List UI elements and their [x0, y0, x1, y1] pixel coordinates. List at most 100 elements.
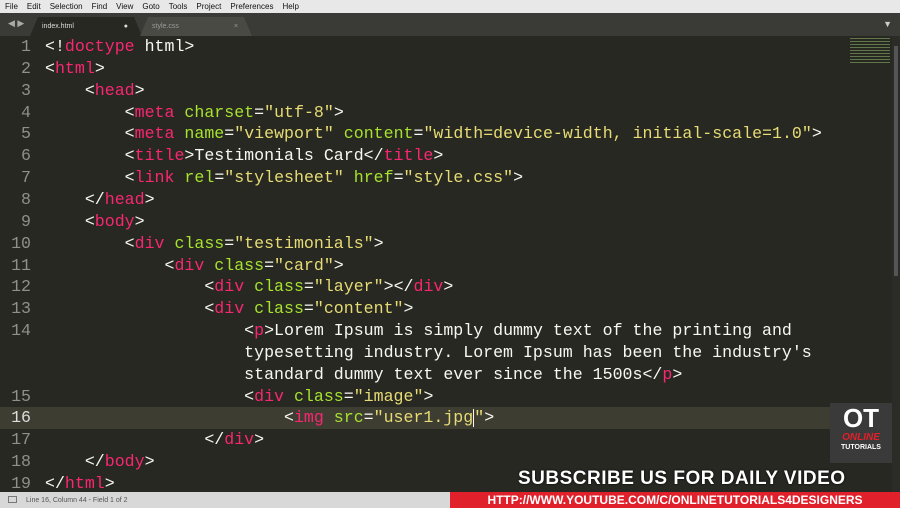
token-pun: = — [343, 386, 354, 406]
token-pun: > — [672, 364, 683, 384]
token-str: "utf-8" — [264, 102, 334, 122]
tab-dropdown-icon[interactable]: ▼ — [883, 19, 892, 29]
code-line[interactable]: 10 <div class="testimonials"> — [0, 233, 892, 255]
code-line[interactable]: 9 <body> — [0, 211, 892, 233]
token-pun: > — [94, 58, 105, 78]
line-code: <meta charset="utf-8"> — [45, 102, 344, 124]
menu-edit[interactable]: Edit — [27, 2, 41, 11]
code-line[interactable]: 16 <img src="user1.jpg"> — [0, 407, 892, 430]
menu-project[interactable]: Project — [196, 2, 221, 11]
minimap[interactable] — [850, 38, 890, 64]
tab-nav-arrows-icon[interactable]: ◀ ▶ — [8, 18, 24, 29]
scrollbar-thumb[interactable] — [894, 46, 898, 276]
token-pun: < — [45, 58, 55, 78]
token-pun: >Lorem Ipsum is simply dummy text of the… — [264, 321, 792, 341]
menu-view[interactable]: View — [116, 2, 133, 11]
token-pun: < — [45, 146, 135, 166]
tab-style-css[interactable]: style.css × — [140, 17, 252, 36]
line-code: <div class="layer"></div> — [45, 276, 453, 298]
line-code: <html> — [45, 58, 105, 80]
token-pun: < — [45, 233, 135, 253]
menu-selection[interactable]: Selection — [50, 2, 83, 11]
code-line[interactable]: 2 <html> — [0, 58, 892, 80]
menu-goto[interactable]: Goto — [142, 2, 159, 11]
token-tag: div — [224, 430, 255, 450]
code-line[interactable]: 12 <div class="layer"></div> — [0, 276, 892, 298]
token-pun: < — [45, 408, 294, 428]
line-code: <div class="image"> — [45, 386, 433, 408]
token-tag: head — [94, 80, 135, 100]
code-line[interactable]: typesetting industry. Lorem Ipsum has be… — [0, 342, 892, 364]
line-code: <img src="user1.jpg"> — [45, 407, 494, 429]
menu-file[interactable]: File — [5, 2, 18, 11]
line-code: <head> — [45, 80, 145, 102]
token-attr: name — [174, 124, 225, 144]
line-number: 5 — [21, 124, 31, 144]
token-pun: < — [45, 386, 255, 406]
subscribe-banner: SUBSCRIBE US FOR DAILY VIDEO — [518, 468, 846, 489]
code-line[interactable]: 3 <head> — [0, 80, 892, 102]
token-pun: < — [45, 321, 255, 341]
token-tag: title — [383, 146, 434, 166]
console-icon[interactable] — [8, 496, 17, 503]
logo-ot: OT — [842, 403, 880, 433]
code-line[interactable]: 8 </head> — [0, 189, 892, 211]
code-line[interactable]: 1 <!doctype html> — [0, 36, 892, 58]
token-pun: > — [333, 255, 344, 275]
token-str: "stylesheet" — [224, 168, 344, 188]
tab-label: index.html — [42, 23, 74, 30]
token-pun: < — [45, 168, 135, 188]
token-tag: title — [134, 146, 185, 166]
token-pun: >Testimonials Card</ — [184, 146, 384, 166]
line-code: <div class="card"> — [45, 255, 344, 277]
tab-index-html[interactable]: index.html ● — [30, 17, 142, 36]
token-str: "layer" — [313, 277, 384, 297]
code-line[interactable]: 5 <meta name="viewport" content="width=d… — [0, 123, 892, 145]
token-tag: div — [413, 277, 444, 297]
code-line[interactable]: 13 <div class="content"> — [0, 298, 892, 320]
token-tag: html — [54, 58, 95, 78]
code-editor[interactable]: 1 <!doctype html> 2 <html> 3 <head> 4 <meta c… — [0, 36, 892, 493]
token-str: "image" — [353, 386, 424, 406]
token-pun: </ — [45, 474, 65, 493]
token-tag: body — [94, 211, 135, 231]
token-pun: ></ — [383, 277, 414, 297]
token-attr: class — [284, 386, 344, 406]
line-number: 8 — [21, 189, 31, 209]
code-line[interactable]: 6 <title>Testimonials Card</title> — [0, 145, 892, 167]
token-pun: </ — [45, 430, 225, 450]
unsaved-dot-icon[interactable]: ● — [124, 23, 128, 30]
menu-preferences[interactable]: Preferences — [230, 2, 273, 11]
menu-help[interactable]: Help — [282, 2, 298, 11]
token-pun: < — [45, 102, 135, 122]
token-pun: > — [811, 124, 822, 144]
token-pun: > — [513, 168, 524, 188]
token-tag: div — [214, 277, 245, 297]
token-pun: > — [144, 452, 155, 472]
token-tag: head — [104, 189, 145, 209]
token-pun: > — [144, 189, 155, 209]
close-icon[interactable]: × — [234, 23, 238, 30]
line-number: 10 — [11, 233, 31, 253]
token-str: " — [474, 408, 485, 428]
token-attr: class — [244, 299, 304, 319]
code-line[interactable]: 11 <div class="card"> — [0, 255, 892, 277]
token-pun: = — [303, 277, 314, 297]
code-line[interactable]: 17 </div> — [0, 429, 892, 451]
token-pun: > — [134, 80, 145, 100]
tab-label: style.css — [152, 23, 179, 30]
youtube-url-banner: HTTP://WWW.YOUTUBE.COM/C/ONLINETUTORIALS… — [450, 492, 900, 508]
line-code: </div> — [45, 429, 264, 451]
code-line[interactable]: standard dummy text ever since the 1500s… — [0, 364, 892, 386]
scrollbar[interactable] — [892, 36, 900, 492]
line-code: </body> — [45, 451, 155, 473]
menu-tools[interactable]: Tools — [169, 2, 188, 11]
line-number: 3 — [21, 80, 31, 100]
code-line[interactable]: 15 <div class="image"> — [0, 386, 892, 408]
code-line[interactable]: 4 <meta charset="utf-8"> — [0, 102, 892, 124]
token-pun: typesetting industry. Lorem Ipsum has be… — [45, 342, 812, 362]
code-line[interactable]: 7 <link rel="stylesheet" href="style.css… — [0, 167, 892, 189]
code-line[interactable]: 14 <p>Lorem Ipsum is simply dummy text o… — [0, 320, 892, 342]
menu-find[interactable]: Find — [92, 2, 108, 11]
token-pun: > — [373, 233, 384, 253]
